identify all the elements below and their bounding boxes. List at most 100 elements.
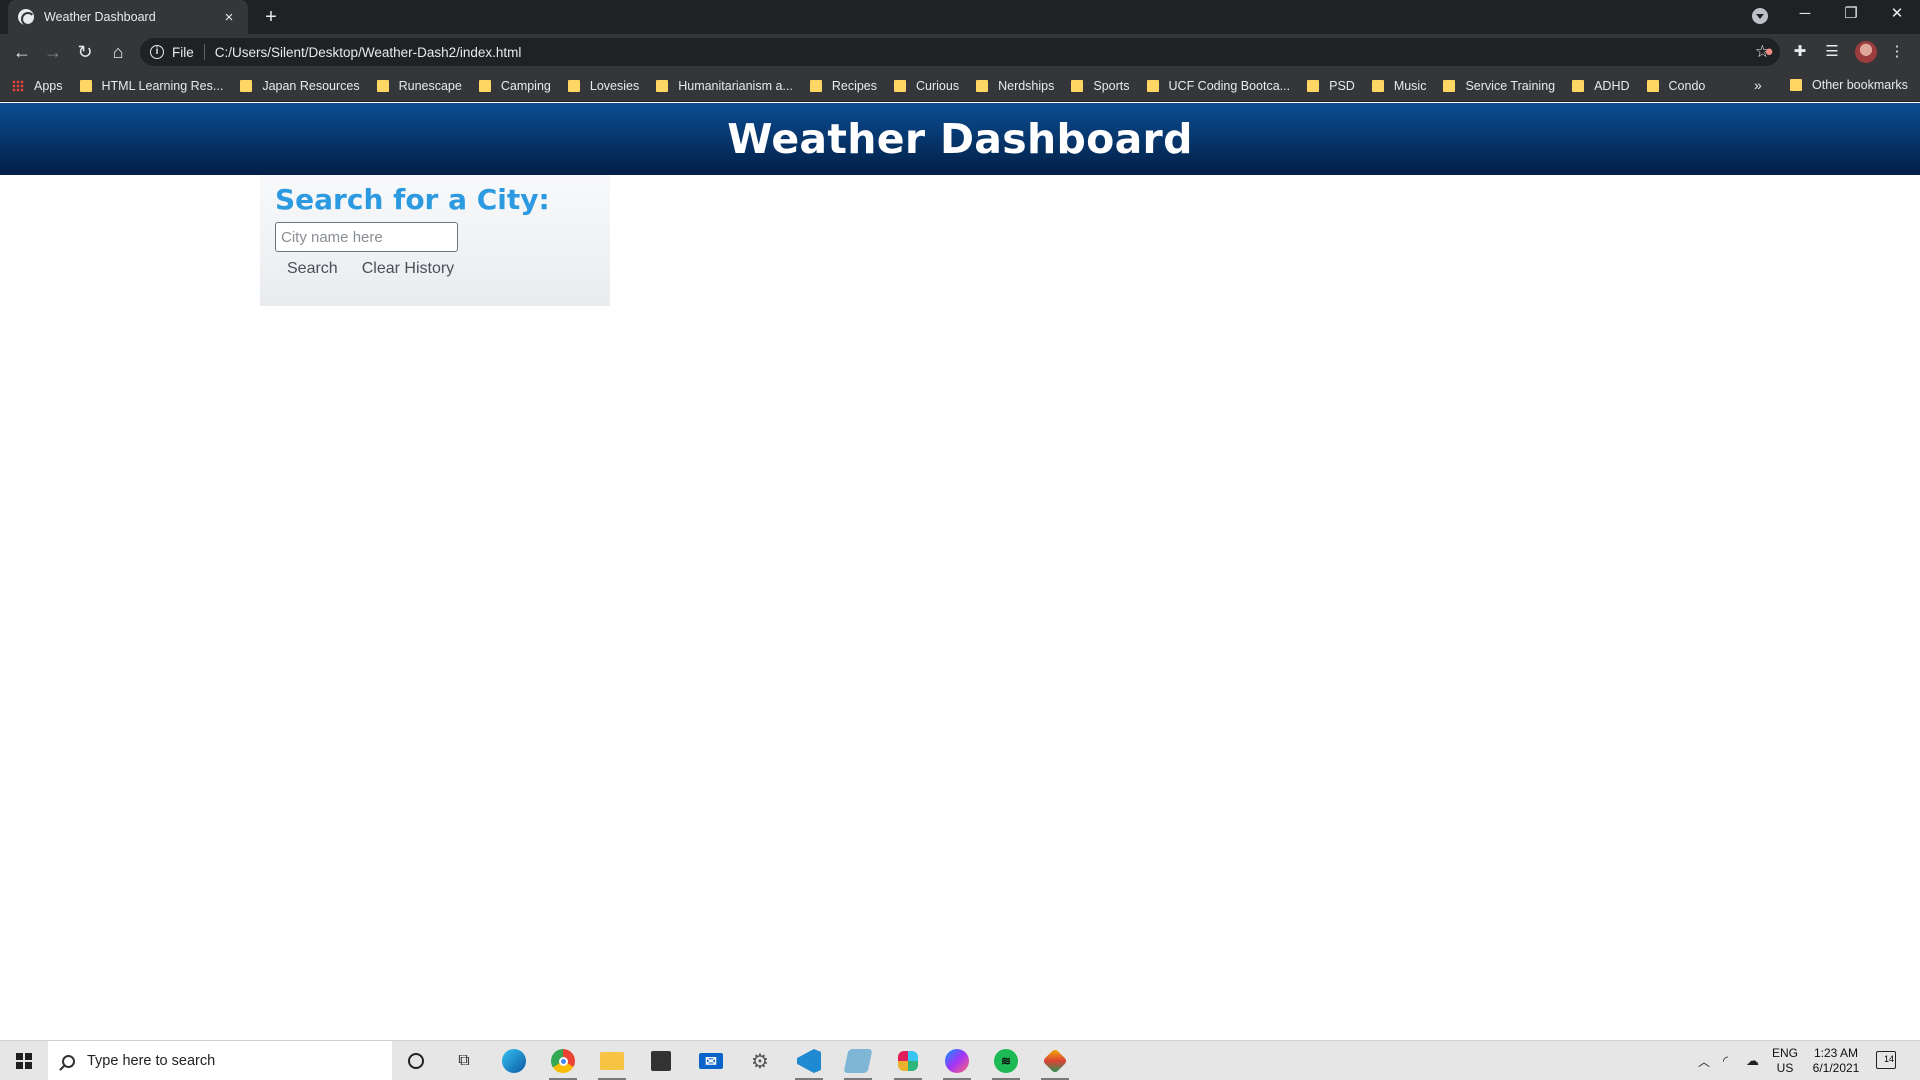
folder-icon <box>1307 79 1320 92</box>
notepad-icon[interactable] <box>838 1045 878 1080</box>
mail-icon[interactable]: ✉ <box>691 1045 731 1077</box>
url-scheme-label: File <box>172 44 194 60</box>
bookmark-folder[interactable]: PSD <box>1307 79 1355 93</box>
bookmark-folder[interactable]: Japan Resources <box>240 79 360 93</box>
bookmark-folder[interactable]: Humanitarianism a... <box>656 79 793 93</box>
region-label: US <box>1776 1061 1794 1075</box>
url-text[interactable]: C:/Users/Silent/Desktop/Weather-Dash2/in… <box>215 45 1755 60</box>
restore-button[interactable]: ❐ <box>1828 0 1874 30</box>
messenger-icon[interactable] <box>937 1045 977 1080</box>
bookmark-apps[interactable]: Apps <box>12 79 63 93</box>
bookmark-folder[interactable]: UCF Coding Bootca... <box>1146 79 1290 93</box>
page-header: Weather Dashboard <box>0 103 1920 175</box>
reading-list-icon[interactable]: ☰ <box>1822 42 1842 62</box>
bookmarks-overflow-button[interactable]: » <box>1754 77 1762 93</box>
extension-icon[interactable]: ● <box>1759 42 1779 62</box>
puzzle-extensions-icon[interactable]: ✚ <box>1790 42 1810 62</box>
folder-icon <box>976 79 989 92</box>
back-arrow-icon[interactable]: ← <box>10 40 34 64</box>
bookmark-label: Lovesies <box>589 78 640 93</box>
start-button[interactable] <box>0 1041 48 1080</box>
close-window-button[interactable]: ✕ <box>1874 0 1920 30</box>
home-icon[interactable]: ⌂ <box>106 40 130 64</box>
clear-history-button[interactable]: Clear History <box>350 260 466 278</box>
chrome-icon[interactable] <box>543 1045 583 1080</box>
bookmark-label: Camping <box>500 78 551 93</box>
info-icon[interactable]: i <box>150 45 164 59</box>
input-language[interactable]: ENG US <box>1770 1046 1800 1076</box>
address-bar[interactable]: i File C:/Users/Silent/Desktop/Weather-D… <box>140 38 1780 66</box>
bookmark-folder[interactable]: Sports <box>1071 79 1130 93</box>
folder-icon <box>1443 79 1456 92</box>
bookmark-folder[interactable]: Runescape <box>376 78 462 93</box>
show-hidden-icons-chevron-icon[interactable]: ︿ <box>1698 1041 1710 1080</box>
task-view-icon[interactable]: ⧉ <box>444 1045 484 1077</box>
folder-icon <box>79 79 92 92</box>
folder-icon <box>1371 79 1384 92</box>
notification-count: 14 <box>1883 1054 1894 1064</box>
bookmark-folder[interactable]: Camping <box>478 78 551 93</box>
bookmark-folder[interactable]: Service Training <box>1443 79 1555 93</box>
search-button[interactable]: Search <box>275 260 350 278</box>
bookmark-label: Music <box>1393 78 1427 93</box>
clock-date: 6/1/2021 <box>1812 1061 1860 1075</box>
city-search-input[interactable] <box>275 222 458 252</box>
action-center-icon[interactable]: 14 <box>1876 1051 1896 1069</box>
folder-icon <box>1790 79 1802 91</box>
bookmark-label: Humanitarianism a... <box>678 78 793 93</box>
new-tab-button[interactable]: + <box>260 6 282 28</box>
windows-taskbar: Type here to search ⧉ ✉ ⚙ ≋ ︿ ◜ ☁ ENG US… <box>0 1040 1920 1080</box>
folder-icon <box>1572 79 1585 92</box>
store-icon[interactable] <box>641 1045 681 1077</box>
folder-icon <box>656 79 669 92</box>
kebab-menu-icon[interactable]: ⋮ <box>1887 42 1907 62</box>
bookmark-folder[interactable]: Condo <box>1646 78 1706 93</box>
search-panel: Search for a City: Search Clear History <box>260 175 610 306</box>
bookmark-other[interactable]: Other bookmarks <box>1790 78 1908 92</box>
taskbar-search-placeholder: Type here to search <box>87 1053 216 1069</box>
settings-gear-icon[interactable]: ⚙ <box>740 1045 780 1077</box>
bookmark-folder[interactable]: Curious <box>894 79 959 93</box>
folder-icon <box>809 79 822 92</box>
bookmark-folder[interactable]: ADHD <box>1572 78 1630 93</box>
bookmark-label: Condo <box>1668 78 1706 93</box>
slack-icon[interactable] <box>888 1045 928 1080</box>
cortana-icon[interactable] <box>396 1045 436 1077</box>
folder-icon <box>240 79 253 92</box>
bookmark-label: Recipes <box>831 78 878 93</box>
tab-weather-dashboard[interactable]: Weather Dashboard × <box>8 0 248 34</box>
folder-icon <box>1146 79 1159 92</box>
tab-search-icon[interactable] <box>1752 8 1768 24</box>
taskbar-search-box[interactable]: Type here to search <box>48 1041 392 1080</box>
clock[interactable]: 1:23 AM 6/1/2021 <box>1806 1046 1866 1076</box>
browser-titlebar: Weather Dashboard × + ─ ❐ ✕ <box>0 0 1920 34</box>
bookmark-folder[interactable]: Nerdships <box>976 79 1054 93</box>
bookmark-label: HTML Learning Res... <box>101 78 224 93</box>
profile-avatar[interactable] <box>1855 41 1877 63</box>
network-icon[interactable]: ◜ <box>1723 1041 1728 1080</box>
file-explorer-icon[interactable] <box>592 1045 632 1080</box>
bookmark-folder[interactable]: HTML Learning Res... <box>79 78 224 93</box>
browser-toolbar: ← → ↻ ⌂ i File C:/Users/Silent/Desktop/W… <box>0 34 1920 70</box>
bookmark-label: Service Training <box>1465 78 1556 93</box>
bookmark-label: Nerdships <box>998 78 1055 93</box>
bookmark-folder[interactable]: Lovesies <box>567 78 640 93</box>
search-icon <box>62 1054 75 1068</box>
forward-arrow-icon[interactable]: → <box>41 40 65 64</box>
bookmark-folder[interactable]: Recipes <box>809 78 878 93</box>
onedrive-icon[interactable]: ☁ <box>1746 1041 1759 1080</box>
bookmark-label: Runescape <box>398 78 462 93</box>
search-button-row: Search Clear History <box>275 260 595 278</box>
vscode-icon[interactable] <box>789 1045 829 1080</box>
bookmark-folder[interactable]: Music <box>1371 78 1427 93</box>
tab-title: Weather Dashboard <box>44 10 156 24</box>
minimize-button[interactable]: ─ <box>1782 0 1828 30</box>
windows-logo-icon <box>16 1053 32 1069</box>
app-icon[interactable] <box>1035 1045 1075 1080</box>
clock-time: 1:23 AM <box>1813 1046 1859 1060</box>
tab-close-button[interactable]: × <box>220 9 238 26</box>
reload-icon[interactable]: ↻ <box>73 40 97 64</box>
edge-icon[interactable] <box>494 1045 534 1077</box>
spotify-icon[interactable]: ≋ <box>986 1045 1026 1080</box>
bookmark-label: ADHD <box>1594 78 1630 93</box>
